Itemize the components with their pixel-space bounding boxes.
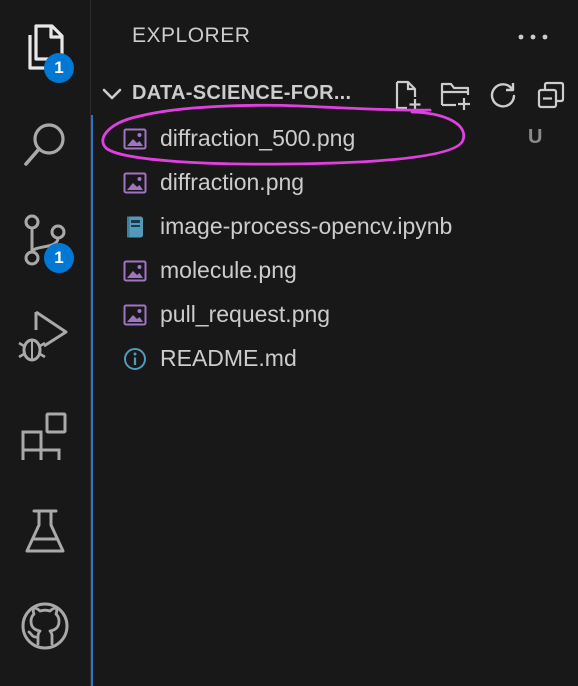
file-label: pull_request.png (160, 301, 331, 327)
file-row-diffraction-500[interactable]: diffraction_500.png U (93, 117, 578, 161)
file-row-pull-request[interactable]: pull_request.png (93, 293, 578, 337)
explorer-title: EXPLORER (132, 24, 251, 47)
source-control-badge: 1 (44, 243, 74, 273)
flask-icon (25, 509, 65, 553)
search-icon (24, 123, 65, 166)
refresh-icon (490, 83, 516, 108)
folder-section-header[interactable]: DATA-SCIENCE-FOR... (91, 72, 578, 116)
image-icon (123, 172, 147, 194)
info-icon (124, 348, 146, 370)
file-label: diffraction.png (160, 169, 305, 195)
image-icon (123, 128, 147, 150)
activity-source-control[interactable]: 1 (0, 200, 90, 280)
file-label: image-process-opencv.ipynb (160, 213, 453, 239)
explorer-badge: 1 (44, 53, 74, 83)
file-row-diffraction[interactable]: diffraction.png (93, 161, 578, 205)
collapse-all-icon (537, 81, 565, 109)
activity-github[interactable] (0, 586, 90, 666)
folder-name: DATA-SCIENCE-FOR... (132, 82, 352, 104)
run-debug-icon (18, 310, 68, 362)
new-folder-button[interactable] (439, 78, 473, 112)
new-folder-icon (440, 82, 470, 110)
file-row-molecule[interactable]: molecule.png (93, 249, 578, 293)
activity-run-debug[interactable] (0, 296, 90, 376)
image-icon (123, 304, 147, 326)
file-label: molecule.png (160, 257, 297, 283)
new-file-icon (395, 80, 421, 110)
activity-explorer[interactable]: 1 (0, 8, 90, 88)
untracked-badge: U (528, 126, 543, 148)
file-label: diffraction_500.png (160, 125, 356, 151)
file-row-image-process-notebook[interactable]: image-process-opencv.ipynb (93, 205, 578, 249)
extensions-icon (21, 412, 67, 460)
activity-search[interactable] (0, 104, 90, 184)
image-icon (123, 260, 147, 282)
more-actions-icon[interactable] (515, 22, 551, 52)
refresh-button[interactable] (486, 78, 520, 112)
activity-bar: 1 1 (0, 0, 91, 686)
file-label: README.md (160, 345, 297, 371)
activity-extensions[interactable] (0, 394, 90, 474)
github-icon (21, 602, 69, 650)
notebook-icon (127, 216, 143, 238)
chevron-down-icon[interactable] (101, 84, 123, 104)
collapse-all-button[interactable] (534, 78, 568, 112)
new-file-button[interactable] (390, 78, 424, 112)
activity-testing[interactable] (0, 492, 90, 572)
file-row-readme[interactable]: README.md (93, 337, 578, 381)
explorer-sidebar: EXPLORER DATA-SCIENCE-FOR... diffraction… (91, 0, 578, 686)
focus-border (91, 115, 93, 686)
vscode-window: 1 1 EXPLORER DATA-SCIENCE-FOR... diffrac… (0, 0, 578, 686)
